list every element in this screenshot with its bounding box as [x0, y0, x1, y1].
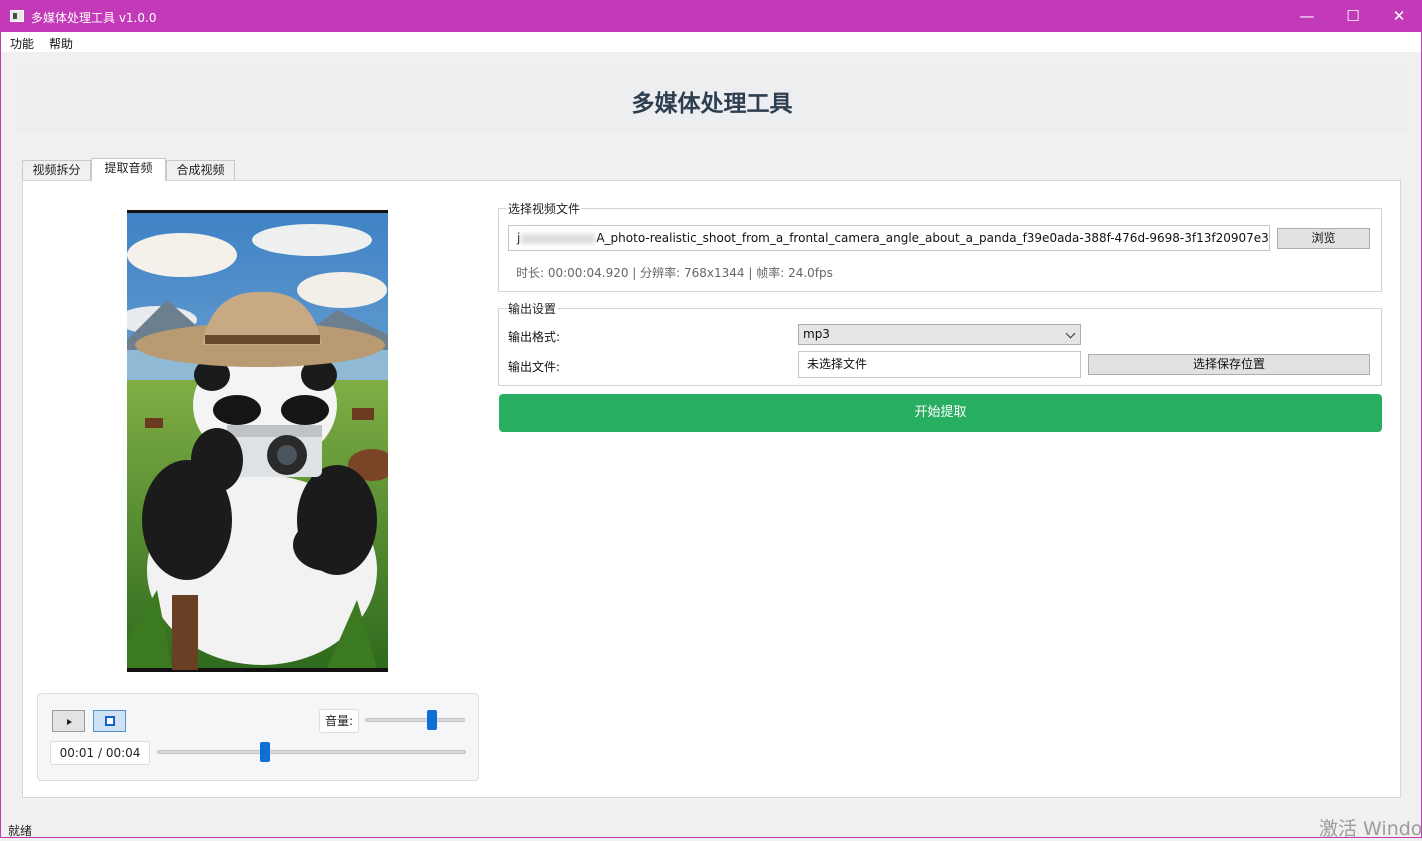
app-window: 多媒体处理工具 v1.0.0 — ☐ ✕ 功能 帮助 多媒体处理工具 视频拆分 …	[0, 0, 1422, 840]
close-button[interactable]: ✕	[1376, 1, 1422, 32]
menu-bar: 功能 帮助	[1, 32, 1421, 52]
page-title: 多媒体处理工具	[631, 91, 793, 117]
status-bar: 就绪	[1, 816, 1421, 838]
format-label: 输出格式:	[508, 330, 561, 344]
video-file-legend: 选择视频文件	[508, 202, 581, 216]
volume-label: 音量:	[319, 709, 359, 733]
chevron-down-icon	[1065, 328, 1076, 339]
app-icon	[10, 10, 24, 22]
video-path-input[interactable]: j A_photo-realistic_shoot_from_a_frontal_…	[508, 225, 1270, 251]
browse-button[interactable]: 浏览	[1277, 228, 1370, 249]
volume-slider-handle[interactable]	[427, 710, 437, 730]
window-title: 多媒体处理工具 v1.0.0	[31, 11, 157, 25]
format-value: mp3	[803, 327, 830, 341]
video-preview[interactable]	[127, 210, 388, 672]
path-prefix: j	[517, 231, 521, 245]
stop-button[interactable]	[93, 710, 126, 732]
choose-save-location-button[interactable]: 选择保存位置	[1088, 354, 1370, 375]
progress-slider-track[interactable]	[157, 750, 466, 754]
minimize-button[interactable]: —	[1284, 1, 1330, 32]
start-extract-button[interactable]: 开始提取	[499, 394, 1382, 432]
path-text: A_photo-realistic_shoot_from_a_frontal_c…	[596, 231, 1270, 245]
volume-slider-track[interactable]	[365, 718, 465, 722]
title-bar: 多媒体处理工具 v1.0.0 — ☐ ✕	[1, 1, 1421, 32]
time-display: 00:01 / 00:04	[50, 741, 150, 765]
tab-panel-extract-audio: 音量: 00:01 / 00:04 选择视频文件 j A_photo-realis…	[22, 180, 1401, 798]
progress-slider-handle[interactable]	[260, 742, 271, 762]
player-controls: 音量: 00:01 / 00:04	[37, 693, 479, 781]
tab-video-split[interactable]: 视频拆分	[22, 160, 91, 181]
tab-compose-video[interactable]: 合成视频	[166, 160, 235, 181]
maximize-button[interactable]: ☐	[1330, 1, 1376, 32]
video-info: 时长: 00:00:04.920 | 分辨率: 768x1344 | 帧率: 2…	[516, 266, 833, 280]
status-text: 就绪	[8, 824, 33, 838]
redacted-segment	[521, 233, 596, 244]
header: 多媒体处理工具	[16, 65, 1408, 133]
menu-item-function[interactable]: 功能	[10, 35, 34, 52]
output-file-label: 输出文件:	[508, 360, 561, 374]
activate-windows-watermark: 激活 Windo	[1319, 818, 1422, 840]
play-button[interactable]	[52, 710, 85, 732]
tab-extract-audio[interactable]: 提取音频	[91, 158, 166, 181]
output-settings-legend: 输出设置	[508, 302, 557, 316]
menu-item-help[interactable]: 帮助	[49, 35, 73, 52]
output-file-input[interactable]: 未选择文件	[798, 351, 1081, 378]
panda-photographer-frame	[127, 213, 388, 670]
format-select[interactable]: mp3	[798, 324, 1081, 345]
